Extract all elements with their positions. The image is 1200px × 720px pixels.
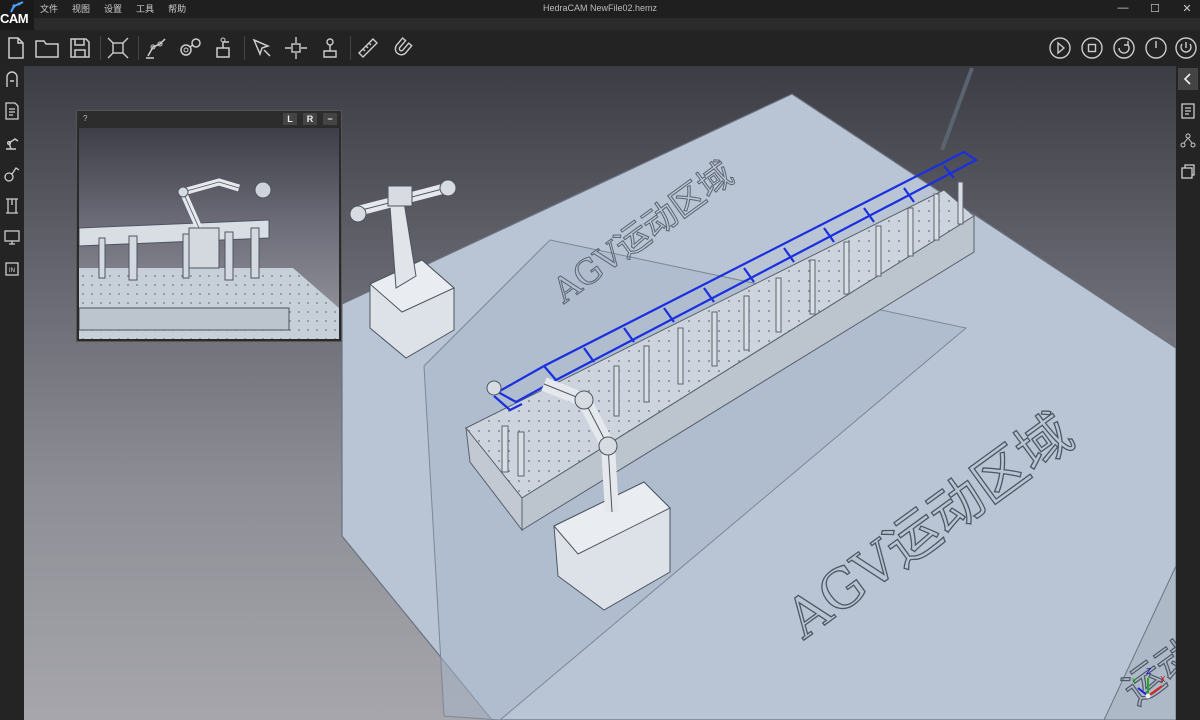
minimize-button[interactable]: — — [1116, 1, 1130, 15]
select-point-icon[interactable] — [248, 34, 276, 62]
right-sidebar — [1176, 66, 1200, 720]
doc-list-icon[interactable] — [1178, 100, 1198, 122]
title-bar: 文件 视图 设置 工具 帮助 HedraCAM NewFile02.hemz —… — [0, 0, 1200, 18]
inset-header: ? L R − — [77, 111, 341, 127]
menu-file[interactable]: 文件 — [40, 2, 58, 15]
menu-bar: 文件 视图 设置 工具 帮助 — [40, 2, 186, 15]
reset-icon[interactable] — [1110, 34, 1138, 62]
inset-help-button[interactable]: ? — [83, 114, 87, 123]
display-icon[interactable] — [2, 226, 22, 248]
inset-left-button[interactable]: L — [283, 113, 297, 125]
app-logo: CAM — [0, 0, 34, 30]
magnet-icon[interactable] — [388, 34, 416, 62]
transform-icon[interactable] — [104, 34, 132, 62]
joint-icon[interactable] — [316, 34, 344, 62]
power-icon[interactable] — [1172, 34, 1200, 62]
measure-icon[interactable] — [354, 34, 382, 62]
robot-arm-icon[interactable] — [2, 130, 22, 152]
document-edit-icon[interactable] — [2, 100, 22, 122]
inset-viewport[interactable] — [79, 128, 339, 339]
collapse-panel-icon[interactable] — [1178, 68, 1198, 90]
menu-settings[interactable]: 设置 — [104, 2, 122, 15]
inset-minimize-button[interactable]: − — [323, 113, 337, 125]
axis-y-label: Y — [1131, 677, 1137, 686]
maximize-button[interactable]: ☐ — [1148, 1, 1162, 15]
new-file-icon[interactable] — [2, 34, 30, 62]
menu-tools[interactable]: 工具 — [136, 2, 154, 15]
svg-text:IN: IN — [9, 267, 15, 274]
stop-icon[interactable] — [1078, 34, 1106, 62]
close-button[interactable]: ✕ — [1180, 1, 1194, 15]
network-icon[interactable] — [1178, 130, 1198, 152]
robot-library-icon[interactable] — [2, 68, 22, 90]
main-toolbar — [0, 30, 1200, 66]
timer-icon[interactable] — [1142, 34, 1170, 62]
left-sidebar: IN — [0, 66, 24, 720]
gantry-icon[interactable] — [2, 194, 22, 216]
inset-right-button[interactable]: R — [303, 113, 317, 125]
logo-text: CAM — [0, 11, 29, 26]
inset-scene — [79, 178, 339, 339]
save-icon[interactable] — [66, 34, 94, 62]
axis-z-label: Z — [1146, 667, 1152, 676]
antenna-pole — [940, 67, 974, 151]
menu-help[interactable]: 帮助 — [168, 2, 186, 15]
layers-icon[interactable] — [1178, 160, 1198, 182]
window-controls: — ☐ ✕ — [1116, 1, 1194, 15]
move-icon[interactable] — [282, 34, 310, 62]
open-folder-icon[interactable] — [33, 34, 61, 62]
io-icon[interactable]: IN — [2, 258, 22, 280]
robot-config-icon[interactable] — [210, 34, 238, 62]
inset-camera-view[interactable]: ? L R − — [76, 110, 342, 342]
menu-view[interactable]: 视图 — [72, 2, 90, 15]
process-icon[interactable] — [2, 162, 22, 184]
gear-settings-icon[interactable] — [176, 34, 204, 62]
robot-path-icon[interactable] — [142, 34, 170, 62]
axis-x-label: X — [1160, 675, 1166, 684]
play-icon[interactable] — [1046, 34, 1074, 62]
